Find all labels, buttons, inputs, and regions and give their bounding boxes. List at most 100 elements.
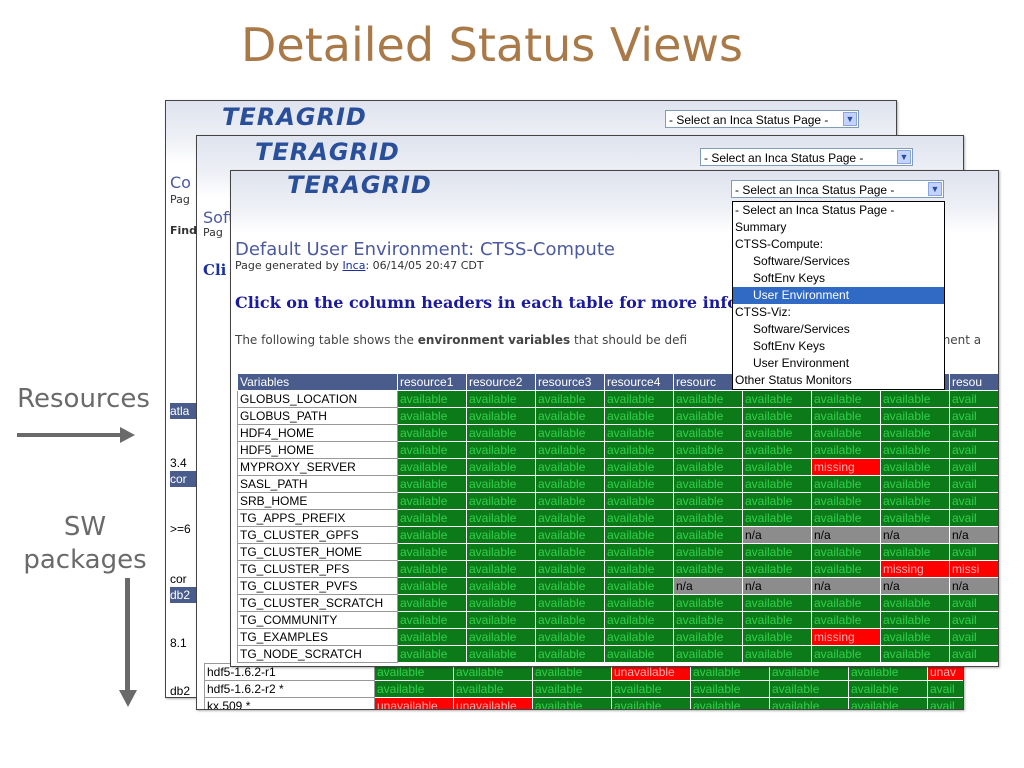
status-cell: available [604, 594, 674, 612]
status-cell: available [535, 594, 605, 612]
dropdown-option[interactable]: Other Status Monitors [733, 372, 944, 389]
status-cell: available [604, 390, 674, 408]
status-cell: available [742, 560, 812, 578]
status-cell: n/a [811, 577, 881, 595]
teragrid-logo: TERAGRID [222, 103, 367, 131]
status-cell: available [466, 594, 536, 612]
status-cell: available [466, 424, 536, 442]
column-header-resource[interactable]: resource4 [604, 373, 674, 391]
resources-arrow-icon [120, 427, 135, 443]
sw-label-line2: packages [23, 545, 147, 575]
env-status-table: Variables resource1 resource2 resource3 reso… [237, 373, 998, 663]
status-cell: available [673, 594, 743, 612]
status-cell: available [466, 628, 536, 646]
column-header-resource[interactable]: resource3 [535, 373, 605, 391]
status-cell: available [397, 458, 467, 476]
table-row: MYPROXY_SERVER available available availabl… [237, 458, 998, 476]
status-cell: available [466, 475, 536, 493]
desc-suffix: that should be defi [570, 333, 688, 347]
status-cell: missing [811, 458, 881, 476]
status-cell: available [690, 697, 770, 709]
column-header-resource[interactable]: resource1 [397, 373, 467, 391]
chevron-down-icon[interactable]: ▼ [928, 182, 942, 196]
variable-name: TG_CLUSTER_SCRATCH [237, 594, 398, 612]
status-page-select[interactable]: - Select an Inca Status Page - ▼ [731, 180, 944, 198]
status-cell: available [397, 594, 467, 612]
column-header-resource[interactable]: resource2 [466, 373, 536, 391]
status-cell: available [397, 577, 467, 595]
status-cell: available [880, 611, 950, 629]
slide-title: Detailed Status Views [241, 18, 743, 72]
status-cell: available [811, 475, 881, 493]
chevron-down-icon[interactable]: ▼ [897, 150, 911, 164]
status-cell: available [880, 492, 950, 510]
status-cell: avail [949, 543, 998, 561]
dropdown-option[interactable]: CTSS-Compute: [733, 236, 944, 253]
package-name: hdf5-1.6.2-r2 * [204, 680, 375, 698]
table-row: HDF4_HOME available available available avai… [237, 424, 998, 442]
status-cell: available [880, 509, 950, 527]
status-cell: available [604, 526, 674, 544]
teragrid-logo: TERAGRID [287, 171, 432, 199]
status-cell: available [466, 492, 536, 510]
status-cell: available [535, 407, 605, 425]
column-header-variables[interactable]: Variables [237, 373, 398, 391]
status-cell: available [532, 680, 612, 698]
dropdown-option[interactable]: - Select an Inca Status Page - [733, 202, 944, 219]
dropdown-option[interactable]: SoftEnv Keys [733, 338, 944, 355]
status-cell: available [811, 560, 881, 578]
dropdown-option[interactable]: User Environment [733, 287, 944, 304]
status-cell: available [811, 645, 881, 663]
status-cell: available [604, 424, 674, 442]
dropdown-option[interactable]: Software/Services [733, 253, 944, 270]
status-cell: available [604, 560, 674, 578]
status-cell: available [397, 492, 467, 510]
status-cell: available [742, 475, 812, 493]
variable-name: TG_CLUSTER_GPFS [237, 526, 398, 544]
status-cell: n/a [880, 577, 950, 595]
column-header-resource[interactable]: resou [949, 373, 998, 391]
status-page-dropdown[interactable]: - Select an Inca Status Page - Summary CTS… [732, 201, 945, 390]
status-cell: available [466, 441, 536, 459]
status-cell: available [397, 645, 467, 663]
sw-label-line1: SW [63, 512, 107, 542]
dropdown-option[interactable]: Software/Services [733, 321, 944, 338]
status-cell: unavailable [374, 697, 454, 709]
dropdown-option[interactable]: CTSS-Viz: [733, 304, 944, 321]
table-row: GLOBUS_PATH available available available av… [237, 407, 998, 425]
dropdown-option[interactable]: SoftEnv Keys [733, 270, 944, 287]
inca-link[interactable]: Inca [342, 259, 365, 272]
status-cell: avail [949, 645, 998, 663]
status-cell: available [611, 697, 691, 709]
status-page-select[interactable]: - Select an Inca Status Page - ▼ [665, 110, 859, 128]
status-cell: available [535, 628, 605, 646]
status-cell: avail [949, 594, 998, 612]
status-cell: available [673, 424, 743, 442]
status-cell: available [811, 611, 881, 629]
status-cell: avail [949, 458, 998, 476]
status-cell: available [374, 680, 454, 698]
status-cell: available [742, 628, 812, 646]
status-cell: missing [880, 560, 950, 578]
status-cell: available [604, 492, 674, 510]
status-page-select[interactable]: - Select an Inca Status Page - ▼ [700, 148, 913, 166]
status-cell: available [742, 611, 812, 629]
status-cell: available [673, 390, 743, 408]
status-cell: available [532, 697, 612, 709]
chevron-down-icon[interactable]: ▼ [843, 112, 857, 126]
status-cell: available [742, 458, 812, 476]
status-cell: available [880, 645, 950, 663]
status-cell: available [811, 543, 881, 561]
status-cell: n/a [949, 526, 998, 544]
page-title: Default User Environment: CTSS-Compute [235, 239, 615, 260]
variable-name: HDF4_HOME [237, 424, 398, 442]
status-cell: available [742, 645, 812, 663]
dropdown-option[interactable]: Summary [733, 219, 944, 236]
status-cell: available [466, 390, 536, 408]
status-cell: missing [811, 628, 881, 646]
status-cell: available [880, 390, 950, 408]
status-cell: available [673, 628, 743, 646]
status-cell: available [466, 645, 536, 663]
dropdown-option[interactable]: User Environment [733, 355, 944, 372]
status-cell: available [535, 577, 605, 595]
